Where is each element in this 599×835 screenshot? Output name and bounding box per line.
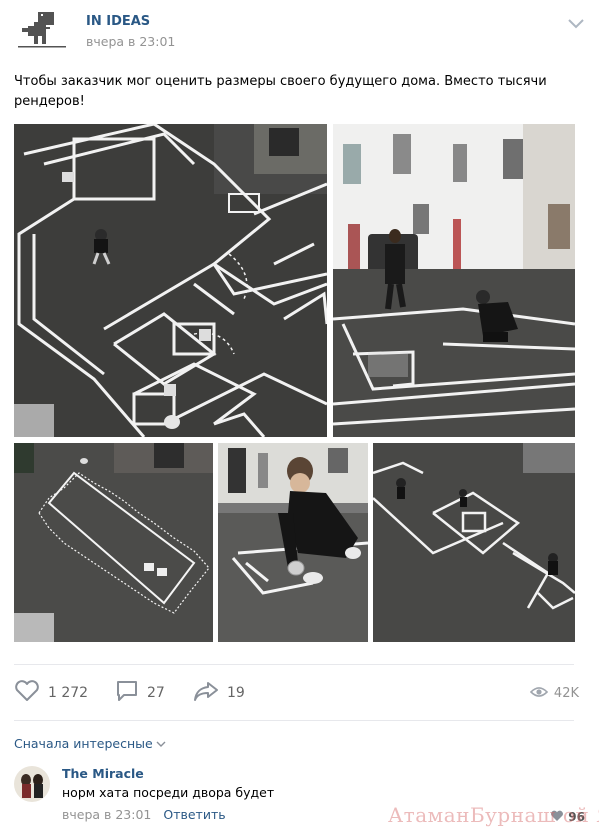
photo-aerial-table[interactable] — [14, 443, 213, 642]
post-text: Чтобы заказчик мог оценить размеры своег… — [14, 74, 547, 109]
comment-author[interactable]: The Miracle — [62, 766, 144, 781]
speech-bubble-icon — [115, 680, 139, 706]
watermark: АтаманБурнаш ой ЯП — [388, 803, 599, 827]
like-button[interactable]: 1 272 — [14, 678, 88, 708]
photo-aerial-people[interactable] — [373, 443, 575, 642]
like-count: 1 272 — [48, 685, 89, 701]
photo-aerial-floorplan[interactable] — [14, 124, 327, 437]
photo-man-taping[interactable] — [218, 443, 368, 642]
avatar[interactable] — [14, 766, 50, 802]
divider — [14, 720, 574, 721]
comments-sort-dropdown[interactable]: Сначала интересные — [14, 736, 166, 751]
photo-courtyard-workers[interactable] — [333, 124, 575, 437]
heart-icon — [14, 680, 40, 706]
views-count: 42K — [553, 685, 579, 701]
comment-count: 27 — [147, 685, 165, 701]
eye-icon — [529, 684, 549, 703]
comment-timestamp[interactable]: вчера в 23:01 — [62, 807, 151, 822]
chevron-down-icon — [156, 736, 166, 751]
dinosaur-icon[interactable] — [14, 10, 70, 54]
sort-label: Сначала интересные — [14, 736, 153, 751]
comment-meta: вчера в 23:01 Ответить — [62, 807, 226, 822]
share-arrow-icon — [193, 680, 219, 706]
post-author-name[interactable]: IN IDEAS — [86, 14, 150, 29]
share-button[interactable]: 19 — [193, 678, 245, 708]
comment-button[interactable]: 27 — [115, 678, 165, 708]
post-timestamp[interactable]: вчера в 23:01 — [86, 34, 175, 49]
reply-button[interactable]: Ответить — [163, 807, 225, 822]
chevron-down-icon[interactable] — [567, 16, 585, 30]
post-actions: 1 272 27 19 42K — [14, 678, 579, 708]
divider — [14, 664, 574, 665]
comment-text: норм хата посреди двора будет — [62, 785, 275, 800]
post-header: IN IDEAS вчера в 23:01 — [14, 10, 585, 54]
share-count: 19 — [227, 685, 245, 701]
views-counter: 42K — [529, 678, 579, 708]
